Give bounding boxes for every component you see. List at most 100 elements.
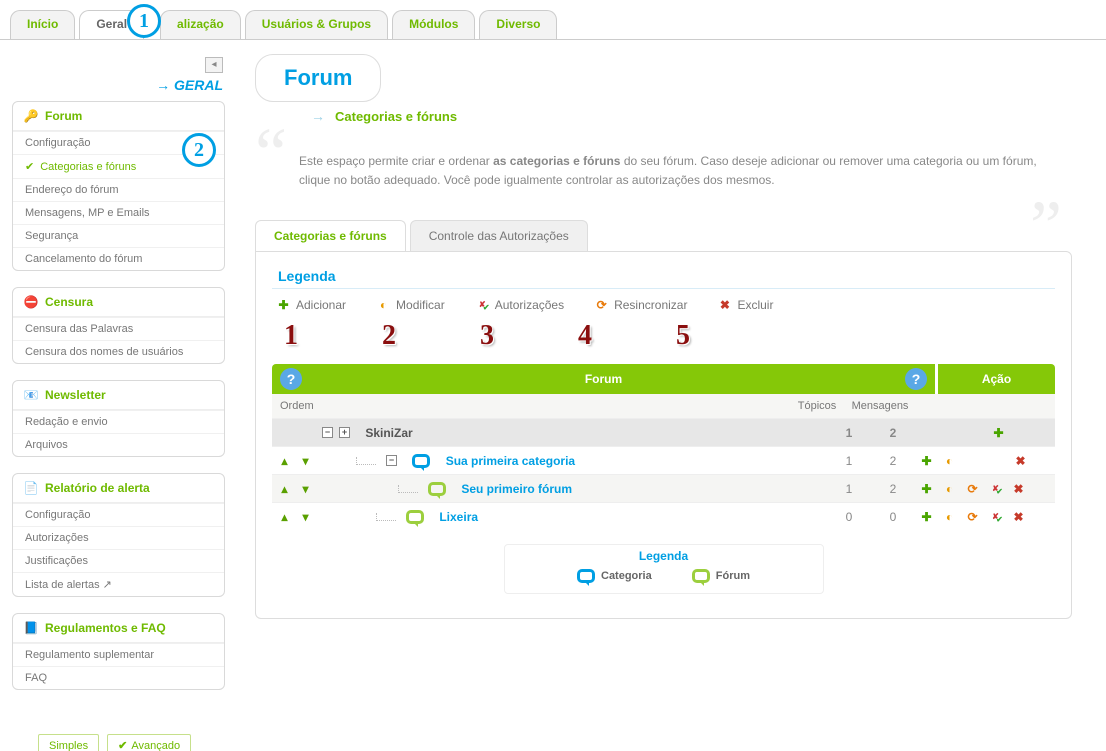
row-name[interactable]: SkiniZar [365, 426, 412, 440]
edit-icon[interactable] [942, 481, 957, 496]
legend-del: Excluir [717, 297, 773, 312]
add-icon [276, 297, 291, 312]
legend-num-1: 1 [284, 320, 298, 352]
sidebar-relatorio-title: Relatório de alerta [45, 481, 150, 495]
sidebar-panel-newsletter: Newsletter Redação e envio Arquivos [12, 380, 225, 457]
move-down-icon[interactable] [298, 509, 313, 524]
mode-simples-button[interactable]: Simples [38, 734, 99, 751]
legend-auth: Autorizações [475, 297, 564, 312]
auth-icon[interactable] [988, 509, 1003, 524]
sidebar-item-mensagens[interactable]: Mensagens, MP e Emails [13, 201, 224, 224]
mode-buttons: Simples ✔Avançado [12, 706, 225, 751]
delete-icon[interactable] [1011, 509, 1026, 524]
intro-text-a: Este espaço permite criar e ordenar [299, 154, 493, 168]
col-topicos-label: Tópicos [789, 394, 845, 418]
tree-collapse-icon[interactable]: − [322, 427, 333, 438]
sidebar-pager-prev[interactable]: ◂ [205, 57, 223, 73]
help-icon[interactable]: ? [905, 368, 927, 390]
col-mensagens-label: Mensagens [845, 394, 915, 418]
tree-expand-icon[interactable]: + [339, 427, 350, 438]
legend-numbers: 1 2 3 4 5 [272, 316, 1055, 364]
faq-icon [23, 620, 39, 636]
edit-icon[interactable] [942, 509, 957, 524]
sidebar-newsletter-title: Newsletter [45, 388, 106, 402]
sidebar-item-rel-config[interactable]: Configuração [13, 503, 224, 526]
sidebar-faq-title: Regulamentos e FAQ [45, 621, 166, 635]
add-icon[interactable] [991, 425, 1006, 440]
help-icon[interactable]: ? [280, 368, 302, 390]
sidebar-item-label: Categorias e fóruns [40, 161, 136, 173]
edit-icon [376, 297, 391, 312]
move-up-icon[interactable] [277, 481, 292, 496]
mode-avancado-button[interactable]: ✔Avançado [107, 734, 191, 751]
sidebar-item-rel-lista[interactable]: Lista de alertas ↗ [13, 572, 224, 596]
annotation-badge-1: 1 [127, 4, 161, 38]
intro-text-b: as categorias e fóruns [493, 154, 620, 168]
add-icon[interactable] [919, 481, 934, 496]
sidebar-geral-link[interactable]: GERAL [12, 77, 223, 93]
sidebar-item-nomes[interactable]: Censura dos nomes de usuários [13, 340, 224, 363]
legend-del-label: Excluir [737, 298, 773, 312]
resync-icon[interactable] [965, 481, 980, 496]
tab-personalizacao[interactable]: alização [160, 10, 241, 39]
sidebar-item-rel-justif[interactable]: Justificações [13, 549, 224, 572]
legend-categoria-label: Categoria [601, 570, 652, 582]
page-subtitle: Categorias e fóruns [335, 109, 457, 124]
tree-collapse-icon[interactable]: − [386, 455, 397, 466]
resync-icon[interactable] [965, 509, 980, 524]
tab-usuarios-grupos[interactable]: Usuários & Grupos [245, 10, 388, 39]
content-tabs: Categorias e fóruns Controle das Autoriz… [255, 220, 1072, 251]
sidebar-item-redacao[interactable]: Redação e envio [13, 410, 224, 433]
add-icon[interactable] [919, 509, 934, 524]
auth-icon[interactable] [988, 481, 1003, 496]
row-name[interactable]: Seu primeiro fórum [461, 482, 572, 496]
forum-icon [428, 482, 446, 496]
move-up-icon[interactable] [277, 509, 292, 524]
move-down-icon[interactable] [298, 481, 313, 496]
sidebar-item-faq[interactable]: FAQ [13, 666, 224, 689]
check-icon: ✔ [25, 160, 34, 173]
legend-auth-label: Autorizações [495, 298, 564, 312]
top-tabs: Início Geral alização Usuários & Grupos … [0, 0, 1106, 40]
sidebar-item-arquivos[interactable]: Arquivos [13, 433, 224, 456]
legend-title: Legenda [272, 266, 1055, 289]
tab-inicio[interactable]: Início [10, 10, 75, 39]
mail-icon [23, 387, 39, 403]
sidebar-item-regulamento[interactable]: Regulamento suplementar [13, 643, 224, 666]
legend-add-label: Adicionar [296, 298, 346, 312]
sidebar-item-endereco[interactable]: Endereço do fórum [13, 178, 224, 201]
delete-icon[interactable] [1011, 481, 1026, 496]
auth-icon [475, 297, 490, 312]
report-icon [23, 480, 39, 496]
sidebar: ◂ GERAL 2 Forum Configuração ✔Categorias… [0, 40, 235, 751]
row-name[interactable]: Lixeira [439, 510, 478, 524]
ban-icon [23, 294, 39, 310]
row-msgs: 2 [871, 476, 915, 502]
tab-modulos[interactable]: Módulos [392, 10, 475, 39]
annotation-badge-2: 2 [182, 133, 216, 167]
sidebar-item-rel-auth[interactable]: Autorizações [13, 526, 224, 549]
row-msgs: 0 [871, 504, 915, 530]
edit-icon[interactable] [942, 453, 957, 468]
forum-table-subhead: Ordem Tópicos Mensagens [272, 394, 1055, 418]
sidebar-item-cancelamento[interactable]: Cancelamento do fórum [13, 247, 224, 270]
delete-icon[interactable] [1013, 453, 1028, 468]
legend-forum-label: Fórum [716, 570, 750, 582]
sidebar-panel-censura: Censura Censura das Palavras Censura dos… [12, 287, 225, 364]
ctab-categorias[interactable]: Categorias e fóruns [255, 220, 406, 251]
legend-num-2: 2 [382, 320, 396, 352]
row-topics: 1 [827, 476, 871, 502]
mode-avancado-label: Avançado [131, 740, 180, 751]
move-up-icon[interactable] [277, 453, 292, 468]
content-box: Legenda Adicionar Modificar Autorizações… [255, 251, 1072, 619]
table-row-category: − Sua primeira categoria 1 2 [272, 446, 1055, 474]
ctab-autorizacoes[interactable]: Controle das Autorizações [410, 220, 588, 251]
row-name[interactable]: Sua primeira categoria [446, 454, 575, 468]
forum-table-head: ? Forum ? Ação [272, 364, 1055, 394]
sidebar-item-palavras[interactable]: Censura das Palavras [13, 317, 224, 340]
tab-diverso[interactable]: Diverso [479, 10, 557, 39]
sidebar-item-seguranca[interactable]: Segurança [13, 224, 224, 247]
legend-edit: Modificar [376, 297, 445, 312]
move-down-icon[interactable] [298, 453, 313, 468]
add-icon[interactable] [919, 453, 934, 468]
